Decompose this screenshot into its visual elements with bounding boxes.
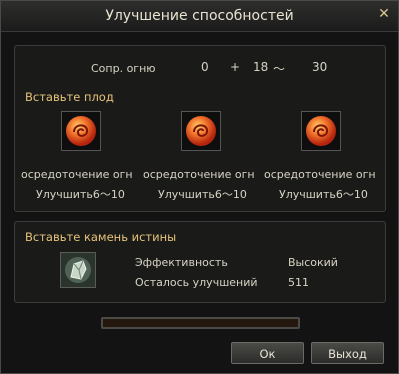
fruit-slot-3-range: Улучшить6～10 — [279, 188, 368, 201]
fruit-section-title: Вставьте плод — [25, 90, 114, 104]
remaining-label: Осталось улучшений — [135, 276, 258, 289]
resistance-label: Сопр. огню — [91, 62, 156, 75]
resistance-min: 18 — [253, 60, 269, 74]
fruit-panel: Сопр. огню 0 + 18 ～ 30 Вставьте плод оср… — [14, 45, 386, 212]
efficiency-label: Эффективность — [135, 256, 228, 269]
fire-fruit-icon — [306, 116, 336, 146]
stone-panel: Вставьте камень истины Эффективность Выс… — [14, 221, 386, 303]
fruit-slot-1[interactable] — [61, 111, 101, 151]
resistance-max: 30 — [312, 60, 328, 74]
enhance-window: Улучшение способностей ✕ Сопр. огню 0 + … — [0, 0, 399, 374]
resistance-plus: + — [230, 60, 241, 74]
fruit-slot-2[interactable] — [181, 111, 221, 151]
enhance-progress-bar — [101, 317, 300, 329]
efficiency-value: Высокий — [288, 256, 338, 269]
resistance-tilde: ～ — [273, 62, 286, 76]
fruit-slot-2-name: осредоточение огн — [143, 168, 255, 181]
stone-slot[interactable] — [60, 252, 96, 288]
resistance-base: 0 — [201, 60, 209, 74]
exit-button[interactable]: Выход — [311, 342, 384, 364]
fruit-slot-3[interactable] — [301, 111, 341, 151]
fruit-slot-1-name: осредоточение огн — [21, 168, 133, 181]
fruit-slot-1-range: Улучшить6～10 — [36, 188, 125, 201]
fruit-slot-2-range: Улучшить6～10 — [158, 188, 247, 201]
fire-fruit-icon — [186, 116, 216, 146]
truth-stone-icon — [61, 253, 95, 287]
title-bar[interactable]: Улучшение способностей ✕ — [1, 1, 398, 32]
stone-section-title: Вставьте камень истины — [25, 230, 177, 244]
fruit-slot-3-name: осредоточение огн — [264, 168, 376, 181]
window-title: Улучшение способностей — [105, 8, 294, 24]
close-icon[interactable]: ✕ — [376, 6, 392, 22]
ok-button[interactable]: Ок — [231, 342, 304, 364]
fire-fruit-icon — [66, 116, 96, 146]
remaining-value: 511 — [288, 276, 309, 289]
